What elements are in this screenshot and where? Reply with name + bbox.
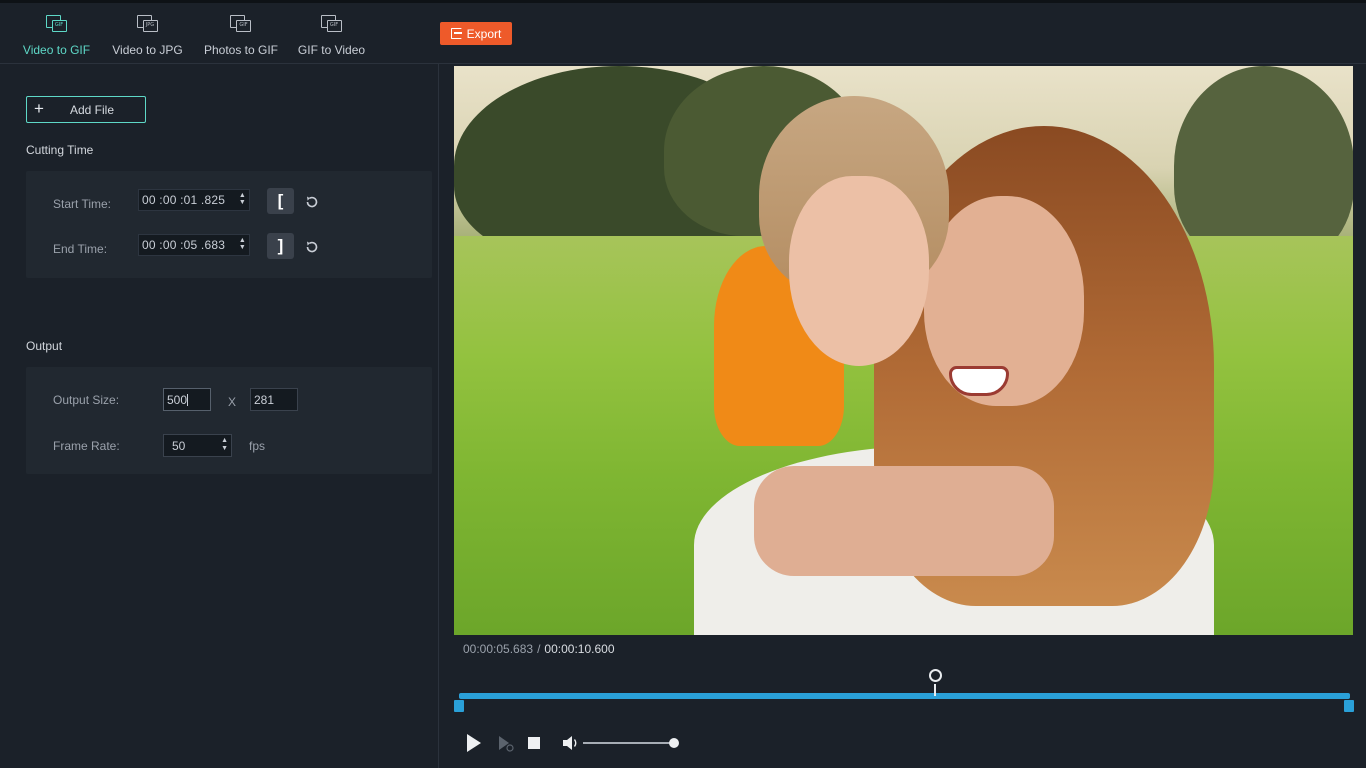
end-time-label: End Time: (53, 242, 108, 256)
time-readout: 00:00:05.683/00:00:10.600 (463, 642, 615, 656)
start-time-stepper[interactable]: ▲ ▼ (239, 192, 246, 206)
export-button[interactable]: Export (440, 22, 512, 45)
set-end-button[interactable]: ] (267, 233, 294, 259)
tab-label: Video to JPG (112, 43, 183, 57)
output-box: Output Size: 500 X 281 Frame Rate: 50 ▲ ▼… (26, 367, 432, 474)
play-selection-icon[interactable] (497, 733, 515, 753)
reset-start-icon[interactable] (304, 194, 320, 210)
total-time: 00:00:10.600 (544, 642, 615, 656)
tab-label: Video to GIF (22, 43, 91, 57)
output-title: Output (26, 339, 63, 353)
size-separator: X (228, 395, 237, 409)
photos-to-gif-icon: GIF (230, 15, 252, 33)
set-start-button[interactable]: [ (267, 188, 294, 214)
fps-label: fps (249, 439, 266, 453)
start-time-input[interactable]: 00 :00 :01 .825 ▲ ▼ (138, 189, 250, 211)
output-size-label: Output Size: (53, 393, 120, 407)
top-toolbar: GIF Video to GIF JPG Video to JPG GIF Ph… (0, 0, 1366, 67)
text-cursor (187, 394, 189, 406)
stop-icon[interactable] (527, 733, 541, 753)
volume-slider-knob[interactable] (669, 738, 679, 748)
preview-hands (754, 466, 1054, 576)
end-time-stepper[interactable]: ▲ ▼ (239, 237, 246, 251)
current-time: 00:00:05.683 (463, 642, 534, 656)
tab-label: Photos to GIF (203, 43, 279, 57)
playhead-line (934, 684, 936, 696)
cutting-time-box: Start Time: 00 :00 :01 .825 ▲ ▼ [ End Tim… (26, 171, 432, 278)
video-to-jpg-icon: JPG (136, 15, 159, 33)
reset-end-icon[interactable] (304, 239, 320, 255)
cutting-time-title: Cutting Time (26, 143, 94, 157)
settings-panel: + Add File Cutting Time Start Time: 00 :… (0, 64, 439, 768)
export-label: Export (466, 26, 502, 41)
add-file-label: Add File (70, 103, 115, 117)
tab-photos-to-gif[interactable]: GIF Photos to GIF (202, 15, 280, 67)
tab-video-to-jpg[interactable]: JPG Video to JPG (111, 15, 184, 67)
frame-rate-label: Frame Rate: (53, 439, 120, 453)
frame-rate-stepper[interactable]: ▲ ▼ (221, 437, 228, 453)
end-time-input[interactable]: 00 :00 :05 .683 ▲ ▼ (138, 234, 250, 256)
video-to-gif-icon: GIF (45, 15, 68, 33)
volume-slider-track[interactable] (583, 742, 673, 744)
export-icon (450, 28, 462, 39)
start-time-label: Start Time: (53, 197, 112, 211)
volume-icon[interactable] (562, 733, 580, 753)
play-icon[interactable] (465, 733, 483, 753)
tab-video-to-gif[interactable]: GIF Video to GIF (20, 15, 93, 67)
tab-label: GIF to Video (297, 43, 366, 57)
frame-rate-input[interactable]: 50 ▲ ▼ (163, 434, 232, 457)
video-preview[interactable] (454, 66, 1353, 635)
trim-end-handle[interactable] (1344, 700, 1354, 712)
gif-to-video-icon: GIF (320, 15, 343, 33)
tab-gif-to-video[interactable]: GIF GIF to Video (295, 15, 368, 67)
playhead-knob[interactable] (929, 669, 942, 682)
plus-icon: + (34, 99, 44, 118)
preview-girl-face (789, 176, 929, 366)
add-file-button[interactable]: + Add File (26, 96, 146, 123)
output-width-input[interactable]: 500 (163, 388, 211, 411)
output-height-input[interactable]: 281 (250, 388, 298, 411)
timeline-track[interactable] (459, 693, 1350, 699)
trim-start-handle[interactable] (454, 700, 464, 712)
